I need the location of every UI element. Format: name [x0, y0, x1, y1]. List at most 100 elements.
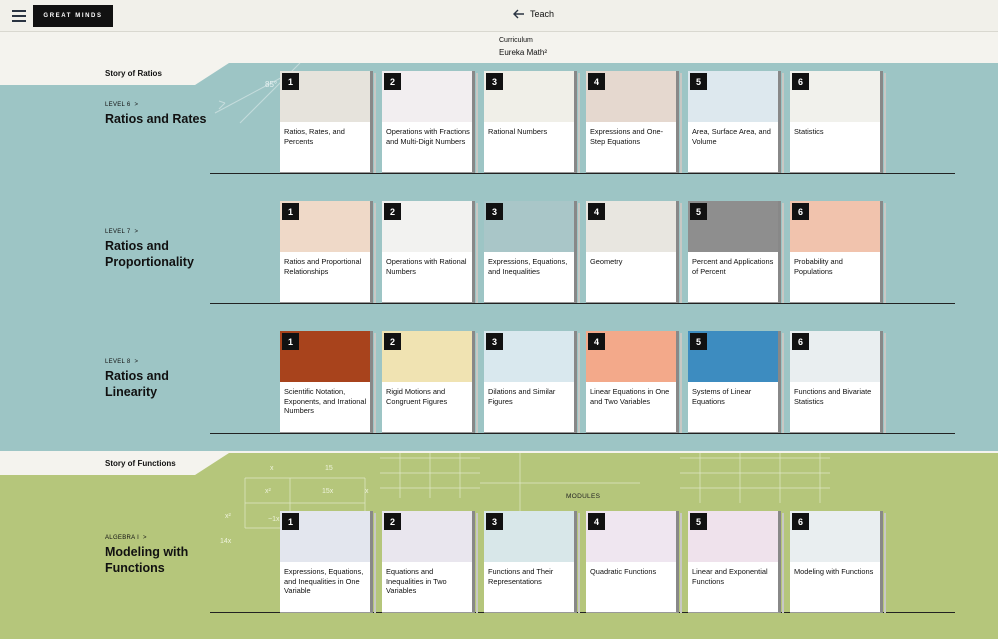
module-title: Operations with Rational Numbers [386, 257, 467, 276]
module-card[interactable]: 2 Operations with Fractions and Multi-Dig… [382, 71, 478, 173]
module-number-badge: 5 [690, 513, 707, 530]
module-number-badge: 3 [486, 203, 503, 220]
module-number-badge: 1 [282, 513, 299, 530]
level-6-label: LEVEL 6 > [105, 102, 139, 108]
curriculum-header: Curriculum Eureka Math² [0, 32, 998, 64]
module-card[interactable]: 4 Geometry [586, 201, 682, 303]
module-card[interactable]: 1 Ratios and Proportional Relationships [280, 201, 376, 303]
module-title: Probability and Populations [794, 257, 843, 276]
module-card[interactable]: 6 Functions and Bivariate Statistics [790, 331, 886, 433]
top-bar: GREAT MINDS Teach [0, 0, 998, 32]
module-number-badge: 3 [486, 73, 503, 90]
svg-text:85°: 85° [265, 80, 277, 89]
module-card[interactable]: 3 Dilations and Similar Figures [484, 331, 580, 433]
module-card[interactable]: 4 Linear Equations in One and Two Variabl… [586, 331, 682, 433]
module-title: Operations with Fractions and Multi-Digi… [386, 127, 470, 146]
modules-label: MODULES [566, 493, 601, 500]
curriculum-name: Eureka Math² [499, 48, 548, 57]
module-card[interactable]: 6 Statistics [790, 71, 886, 173]
module-card[interactable]: 2 Rigid Motions and Congruent Figures [382, 331, 478, 433]
module-number-badge: 6 [792, 73, 809, 90]
module-number-badge: 5 [690, 73, 707, 90]
module-number-badge: 5 [690, 333, 707, 350]
level-8-title[interactable]: Ratios and Linearity [105, 368, 215, 400]
module-title: Functions and Bivariate Statistics [794, 387, 872, 406]
svg-text:x: x [365, 488, 369, 495]
level-7-label: LEVEL 7 > [105, 229, 139, 235]
module-title: Expressions, Equations, and Inequalities… [284, 567, 364, 596]
algebra-1-label: ALGEBRA I > [105, 535, 147, 541]
shelf-line [210, 173, 955, 174]
module-title: Geometry [590, 257, 623, 266]
module-number-badge: 3 [486, 333, 503, 350]
module-number-badge: 5 [690, 203, 707, 220]
module-card[interactable]: 1 Expressions, Equations, and Inequalitie… [280, 511, 376, 613]
module-number-badge: 6 [792, 333, 809, 350]
module-number-badge: 1 [282, 333, 299, 350]
module-card[interactable]: 1 Ratios, Rates, and Percents [280, 71, 376, 173]
shelf-line [210, 433, 955, 434]
module-title: Rational Numbers [488, 127, 548, 136]
level-8-label: LEVEL 8 > [105, 359, 139, 365]
module-title: Linear and Exponential Functions [692, 567, 768, 586]
svg-text:x: x [270, 465, 274, 472]
module-card[interactable]: 2 Operations with Rational Numbers [382, 201, 478, 303]
module-card[interactable]: 5 Area, Surface Area, and Volume [688, 71, 784, 173]
module-title: Modeling with Functions [794, 567, 874, 576]
module-number-badge: 1 [282, 203, 299, 220]
module-title: Quadratic Functions [590, 567, 657, 576]
great-minds-logo[interactable]: GREAT MINDS [33, 5, 113, 27]
module-number-badge: 4 [588, 333, 605, 350]
module-card[interactable]: 6 Modeling with Functions [790, 511, 886, 613]
module-number-badge: 4 [588, 203, 605, 220]
module-title: Equations and Inequalities in Two Variab… [386, 567, 447, 596]
svg-text:−1x: −1x [268, 516, 280, 523]
arrow-left-icon [513, 9, 524, 19]
curriculum-label: Curriculum [499, 37, 533, 44]
svg-text:x²: x² [265, 488, 272, 495]
module-number-badge: 4 [588, 513, 605, 530]
module-number-badge: 6 [792, 513, 809, 530]
module-title: Rigid Motions and Congruent Figures [386, 387, 448, 406]
module-card[interactable]: 2 Equations and Inequalities in Two Varia… [382, 511, 478, 613]
svg-text:14x: 14x [220, 538, 232, 545]
module-title: Functions and Their Representations [488, 567, 554, 586]
module-title: Dilations and Similar Figures [488, 387, 556, 406]
module-card[interactable]: 3 Functions and Their Representations [484, 511, 580, 613]
module-card[interactable]: 5 Linear and Exponential Functions [688, 511, 784, 613]
svg-text:x²: x² [225, 513, 232, 520]
algebra-1-title[interactable]: Modeling with Functions [105, 544, 215, 576]
module-title: Scientific Notation, Exponents, and Irra… [284, 387, 367, 416]
module-card[interactable]: 1 Scientific Notation, Exponents, and Irr… [280, 331, 376, 433]
module-card[interactable]: 4 Expressions and One-Step Equations [586, 71, 682, 173]
module-number-badge: 1 [282, 73, 299, 90]
level-6-title[interactable]: Ratios and Rates [105, 111, 215, 127]
module-number-badge: 6 [792, 203, 809, 220]
module-title: Ratios, Rates, and Percents [284, 127, 345, 146]
module-number-badge: 2 [384, 513, 401, 530]
module-number-badge: 4 [588, 73, 605, 90]
module-title: Area, Surface Area, and Volume [692, 127, 771, 146]
story-of-ratios-tab: Story of Ratios [0, 63, 229, 85]
module-title: Statistics [794, 127, 824, 136]
module-card[interactable]: 6 Probability and Populations [790, 201, 886, 303]
module-card[interactable]: 3 Expressions, Equations, and Inequalitie… [484, 201, 580, 303]
module-title: Linear Equations in One and Two Variable… [590, 387, 670, 406]
module-title: Systems of Linear Equations [692, 387, 752, 406]
module-card[interactable]: 5 Systems of Linear Equations [688, 331, 784, 433]
story-of-functions-tab: Story of Functions [0, 453, 229, 475]
module-number-badge: 3 [486, 513, 503, 530]
module-title: Ratios and Proportional Relationships [284, 257, 362, 276]
svg-text:15: 15 [325, 465, 333, 472]
level-7-title[interactable]: Ratios and Proportionality [105, 238, 215, 270]
module-card[interactable]: 3 Rational Numbers [484, 71, 580, 173]
module-title: Expressions, Equations, and Inequalities [488, 257, 568, 276]
svg-text:15x: 15x [322, 488, 334, 495]
module-number-badge: 2 [384, 333, 401, 350]
back-label: Teach [530, 9, 555, 19]
back-to-teach-link[interactable]: Teach [513, 9, 554, 19]
module-card[interactable]: 5 Percent and Applications of Percent [688, 201, 784, 303]
module-title: Expressions and One-Step Equations [590, 127, 664, 146]
menu-icon[interactable] [12, 10, 26, 22]
module-card[interactable]: 4 Quadratic Functions [586, 511, 682, 613]
